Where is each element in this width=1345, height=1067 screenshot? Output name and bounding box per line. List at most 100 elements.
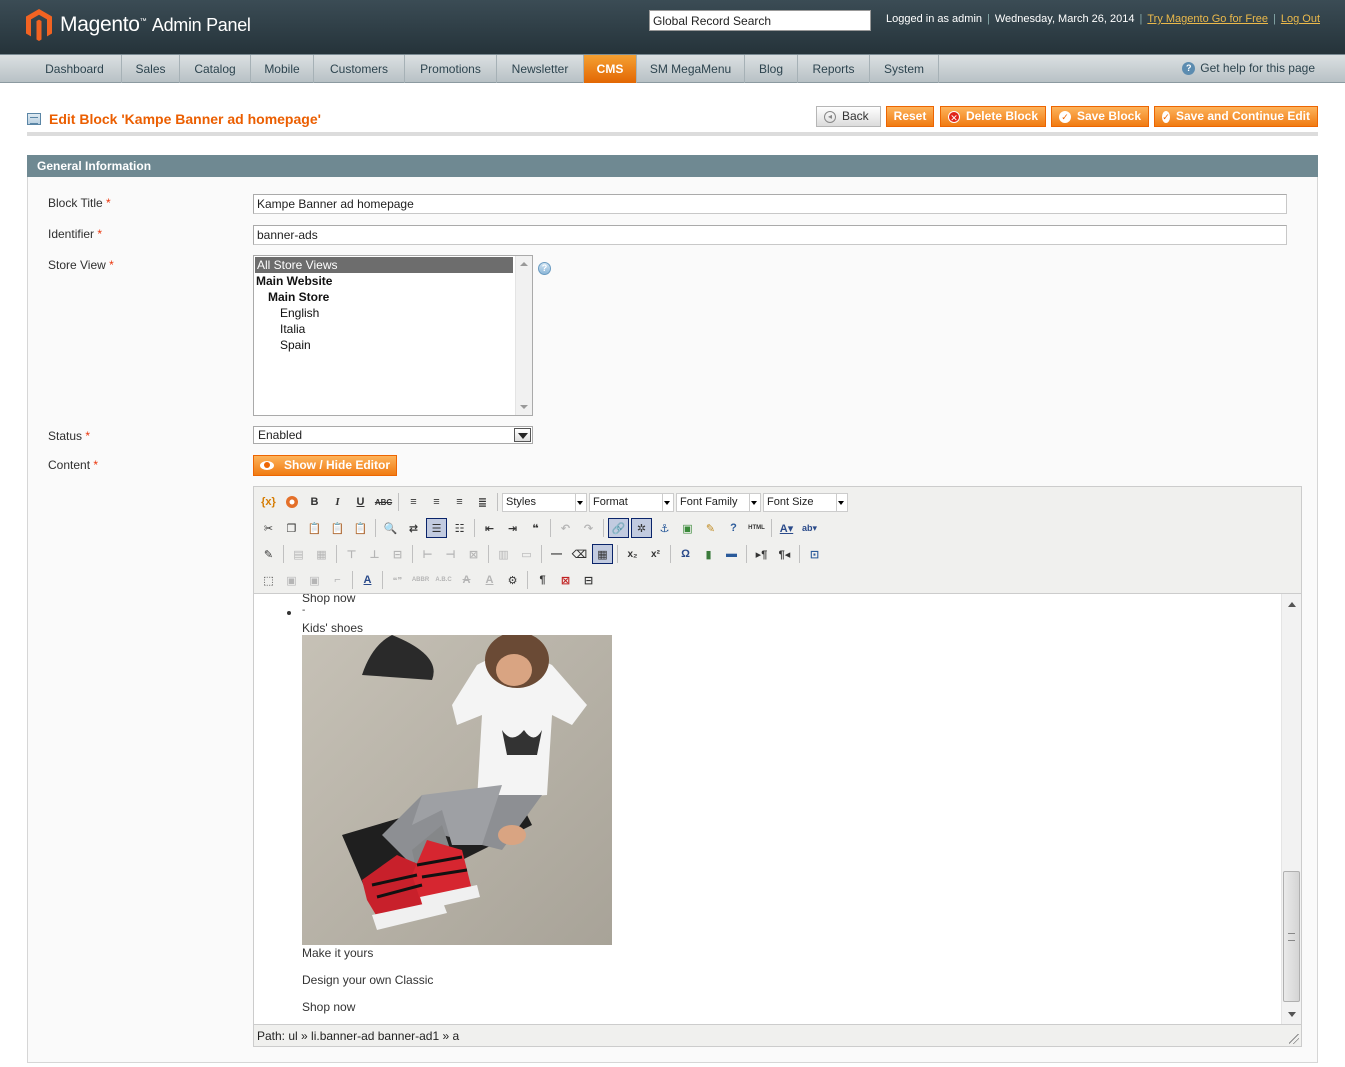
special-char-icon[interactable]: Ω: [675, 544, 696, 564]
editor-content-area[interactable]: Shop now - Kids' shoes Make it yours Des…: [254, 593, 1301, 1024]
numbered-list-icon[interactable]: ☷: [449, 518, 470, 538]
align-center-icon[interactable]: ≡: [426, 492, 447, 512]
nav-dashboard[interactable]: Dashboard: [28, 55, 122, 83]
bold-icon[interactable]: B: [304, 492, 325, 512]
styles-dropdown[interactable]: Styles: [502, 492, 587, 512]
save-and-continue-button[interactable]: ✓ Save and Continue Edit: [1154, 106, 1318, 127]
del-icon[interactable]: A: [456, 570, 477, 590]
scroll-up-icon[interactable]: [1288, 602, 1296, 607]
blockquote-icon[interactable]: ❝: [525, 518, 546, 538]
background-color-icon[interactable]: ab▾: [799, 518, 820, 538]
status-select[interactable]: Enabled: [253, 426, 533, 444]
move-forward-icon[interactable]: ▣: [281, 570, 302, 590]
store-option-italia[interactable]: Italia: [254, 321, 512, 337]
anchor-icon[interactable]: ⚓: [654, 518, 675, 538]
store-view-scrollbar[interactable]: [515, 256, 532, 415]
redo-icon[interactable]: ↷: [578, 518, 599, 538]
media-icon[interactable]: ▮: [698, 544, 719, 564]
delete-row-icon[interactable]: ⊟: [387, 544, 408, 564]
store-option-all[interactable]: All Store Views: [255, 257, 513, 273]
magento-logo[interactable]: Magento™ Admin Panel: [26, 9, 251, 41]
logout-link[interactable]: Log Out: [1281, 13, 1320, 25]
bullet-list-icon[interactable]: ☰: [426, 518, 447, 538]
store-option-spain[interactable]: Spain: [254, 337, 512, 353]
copy-icon[interactable]: ❐: [281, 518, 302, 538]
outdent-icon[interactable]: ⇤: [479, 518, 500, 538]
page-break-icon[interactable]: ⊟: [578, 570, 599, 590]
nav-blog[interactable]: Blog: [745, 55, 798, 83]
unlink-icon[interactable]: ✲: [631, 518, 652, 538]
remove-format-icon[interactable]: ⌫: [569, 544, 590, 564]
acronym-icon[interactable]: A.B.C: [433, 570, 454, 590]
back-button[interactable]: ◂ Back: [816, 106, 881, 127]
nav-promotions[interactable]: Promotions: [405, 55, 497, 83]
try-magento-go-link[interactable]: Try Magento Go for Free: [1147, 13, 1268, 25]
resize-grip-icon[interactable]: [1289, 1034, 1299, 1044]
absolute-position-icon[interactable]: ⌐: [327, 570, 348, 590]
nav-cms[interactable]: CMS: [584, 55, 637, 83]
identifier-input[interactable]: [253, 225, 1287, 245]
horizontal-rule-icon[interactable]: —: [546, 544, 567, 564]
editor-scrollbar[interactable]: [1281, 594, 1301, 1024]
paste-text-icon[interactable]: 📋: [327, 518, 348, 538]
edit-css-icon[interactable]: ✎: [258, 544, 279, 564]
image-icon[interactable]: ▣: [677, 518, 698, 538]
replace-icon[interactable]: ⇄: [403, 518, 424, 538]
show-blocks-icon[interactable]: ¶: [532, 570, 553, 590]
insert-col-before-icon[interactable]: ⊢: [417, 544, 438, 564]
insert-row-after-icon[interactable]: ⊥: [364, 544, 385, 564]
store-option-english[interactable]: English: [254, 305, 512, 321]
undo-icon[interactable]: ↶: [555, 518, 576, 538]
ltr-icon[interactable]: ▸¶: [751, 544, 772, 564]
align-justify-icon[interactable]: ≣: [472, 492, 493, 512]
abbr-icon[interactable]: ABBR: [410, 570, 431, 590]
insert-col-after-icon[interactable]: ⊣: [440, 544, 461, 564]
paste-icon[interactable]: 📋: [304, 518, 325, 538]
insert-row-before-icon[interactable]: ⊤: [341, 544, 362, 564]
font-family-dropdown[interactable]: Font Family: [676, 492, 761, 512]
global-record-search-input[interactable]: [649, 10, 871, 31]
block-title-input[interactable]: [253, 194, 1287, 214]
insert-variable-icon[interactable]: {x}: [258, 492, 279, 512]
delete-block-button[interactable]: ✕ Delete Block: [940, 106, 1046, 127]
insert-layer-icon[interactable]: ⬚: [258, 570, 279, 590]
html-source-icon[interactable]: HTML: [746, 518, 767, 538]
cleanup-icon[interactable]: ✎: [700, 518, 721, 538]
link-icon[interactable]: 🔗: [608, 518, 629, 538]
align-left-icon[interactable]: ≡: [403, 492, 424, 512]
nav-reports[interactable]: Reports: [798, 55, 870, 83]
strikethrough-icon[interactable]: ABC: [373, 492, 394, 512]
format-dropdown[interactable]: Format: [589, 492, 674, 512]
paste-word-icon[interactable]: 📋: [350, 518, 371, 538]
store-view-multiselect[interactable]: All Store Views Main Website Main Store …: [253, 255, 533, 416]
subscript-icon[interactable]: x₂: [622, 544, 643, 564]
indent-icon[interactable]: ⇥: [502, 518, 523, 538]
underline-icon[interactable]: U: [350, 492, 371, 512]
insert-widget-icon[interactable]: [281, 492, 302, 512]
scroll-thumb[interactable]: [1283, 871, 1300, 1002]
table-row-props-icon[interactable]: ▤: [288, 544, 309, 564]
help-icon[interactable]: ?: [723, 518, 744, 538]
nav-sales[interactable]: Sales: [122, 55, 180, 83]
nav-mobile[interactable]: Mobile: [251, 55, 314, 83]
text-color-icon[interactable]: A▾: [776, 518, 797, 538]
kid-skateboard-photo[interactable]: [302, 635, 612, 945]
store-view-help-icon[interactable]: ?: [538, 262, 551, 275]
split-cells-icon[interactable]: ▥: [493, 544, 514, 564]
italic-icon[interactable]: I: [327, 492, 348, 512]
find-icon[interactable]: 🔍: [380, 518, 401, 538]
nav-customers[interactable]: Customers: [314, 55, 405, 83]
save-block-button[interactable]: ✓ Save Block: [1051, 106, 1149, 127]
visual-aid-icon[interactable]: ▦: [592, 544, 613, 564]
font-size-dropdown[interactable]: Font Size: [763, 492, 848, 512]
nonbreaking-icon[interactable]: ⊠: [555, 570, 576, 590]
nav-system[interactable]: System: [870, 55, 939, 83]
nav-sm-megamenu[interactable]: SM MegaMenu: [637, 55, 745, 83]
advanced-hr-icon[interactable]: ▬: [721, 544, 742, 564]
nav-newsletter[interactable]: Newsletter: [497, 55, 584, 83]
show-hide-editor-button[interactable]: Show / Hide Editor: [253, 455, 397, 476]
align-right-icon[interactable]: ≡: [449, 492, 470, 512]
cut-icon[interactable]: ✂: [258, 518, 279, 538]
ins-icon[interactable]: A: [479, 570, 500, 590]
editor-path-text[interactable]: Path: ul » li.banner-ad banner-ad1 » a: [257, 1029, 459, 1043]
